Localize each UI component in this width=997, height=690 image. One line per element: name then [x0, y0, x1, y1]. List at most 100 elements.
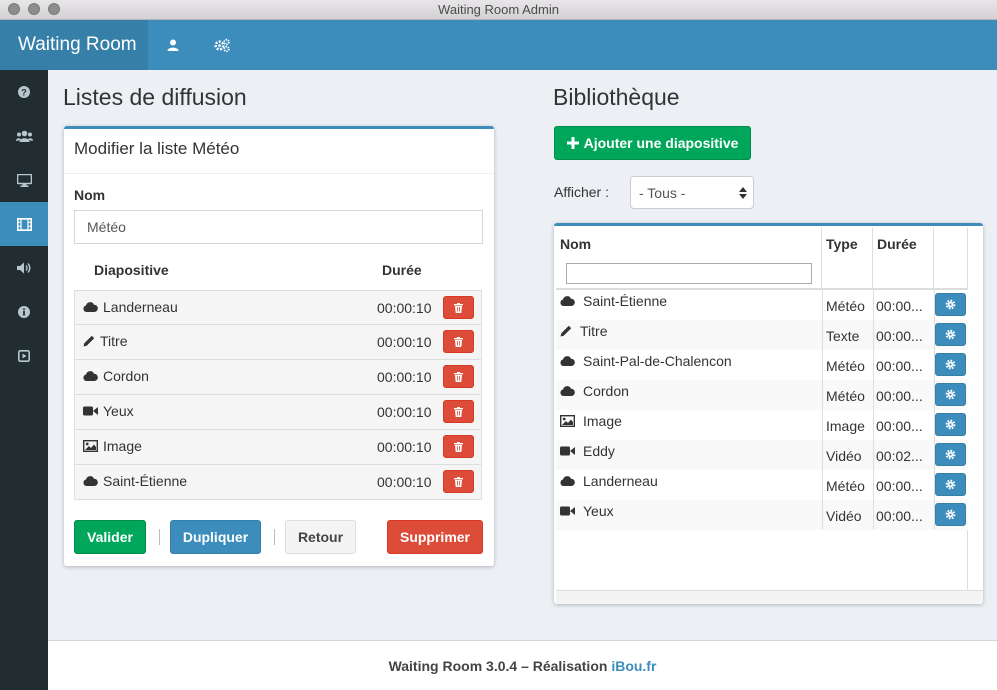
playlist-slide-row[interactable]: Landerneau 00:00:10	[74, 290, 482, 325]
remove-slide-button[interactable]	[443, 400, 474, 423]
remove-slide-button[interactable]	[443, 470, 474, 493]
delete-playlist-button[interactable]: Supprimer	[387, 520, 483, 554]
column-header-name[interactable]: Nom	[556, 228, 822, 290]
library-row[interactable]: Yeux Vidéo 00:00...	[556, 500, 968, 530]
library-row[interactable]: Titre Texte 00:00...	[556, 320, 968, 350]
sidebar-item-preview[interactable]	[0, 334, 48, 378]
film-icon	[16, 217, 32, 231]
image-icon	[83, 440, 98, 452]
slide-duration: 00:00:10	[377, 474, 432, 490]
close-window-button[interactable]	[8, 3, 20, 15]
cloud-icon	[83, 371, 98, 381]
slide-name-cell: Image	[83, 438, 142, 454]
desktop-icon	[16, 173, 32, 187]
library-table-box: Nom Type Durée Saint-Étienne Météo 00:00..…	[554, 223, 983, 604]
edit-slide-button[interactable]	[935, 323, 966, 346]
page-title-playlists: Listes de diffusion	[63, 84, 247, 110]
settings-nav-button[interactable]	[197, 20, 247, 70]
playlist-slide-row[interactable]: Saint-Étienne 00:00:10	[74, 465, 482, 500]
library-row[interactable]: Cordon Météo 00:00...	[556, 380, 968, 410]
column-header-type[interactable]: Type	[822, 228, 873, 290]
name-filter-input[interactable]	[566, 263, 812, 284]
zoom-window-button[interactable]	[48, 3, 60, 15]
playlist-slide-row[interactable]: Image 00:00:10	[74, 430, 482, 465]
minimize-window-button[interactable]	[28, 3, 40, 15]
playlist-slide-row[interactable]: Titre 00:00:10	[74, 325, 482, 360]
sidebar-item-screens[interactable]	[0, 158, 48, 202]
playlist-name-input[interactable]: Météo	[74, 210, 483, 244]
remove-slide-button[interactable]	[443, 330, 474, 353]
footer-link[interactable]: iBou.fr	[611, 658, 656, 674]
users-icon	[15, 130, 33, 142]
window-titlebar: Waiting Room Admin	[0, 0, 997, 20]
page-title-library: Bibliothèque	[553, 84, 680, 110]
sidebar-item-info[interactable]	[0, 290, 48, 334]
gear-icon	[945, 449, 956, 460]
box-title: Modifier la liste Météo	[64, 129, 494, 174]
edit-slide-button[interactable]	[935, 353, 966, 376]
edit-slide-button[interactable]	[935, 413, 966, 436]
footer: Waiting Room 3.0.4 – Réalisation iBou.fr	[48, 640, 997, 690]
gear-icon	[945, 359, 956, 370]
library-slide-name: Cordon	[583, 383, 629, 399]
sidebar-item-audio[interactable]	[0, 246, 48, 290]
library-slide-duration: 00:00...	[876, 328, 923, 344]
sidebar-item-playlists[interactable]	[0, 202, 48, 246]
library-name-cell: Eddy	[560, 443, 615, 459]
edit-slide-button[interactable]	[935, 473, 966, 496]
sidebar-item-help[interactable]: ?	[0, 70, 48, 114]
gear-icon	[945, 419, 956, 430]
slide-name: Titre	[100, 333, 128, 349]
slide-duration: 00:00:10	[377, 369, 432, 385]
library-row[interactable]: Landerneau Météo 00:00...	[556, 470, 968, 500]
library-row[interactable]: Eddy Vidéo 00:02...	[556, 440, 968, 470]
edit-slide-button[interactable]	[935, 443, 966, 466]
slide-name-cell: Titre	[83, 333, 127, 349]
edit-slide-button[interactable]	[935, 503, 966, 526]
playlist-slide-row[interactable]: Yeux 00:00:10	[74, 395, 482, 430]
library-row[interactable]: Saint-Étienne Météo 00:00...	[556, 290, 968, 320]
edit-slide-button[interactable]	[935, 293, 966, 316]
library-slide-duration: 00:00...	[876, 508, 923, 524]
slide-name: Cordon	[103, 368, 149, 384]
add-slide-button[interactable]: Ajouter une diapositive	[554, 126, 751, 160]
edit-slide-button[interactable]	[935, 383, 966, 406]
library-row[interactable]: Image Image 00:00...	[556, 410, 968, 440]
library-slide-duration: 00:00...	[876, 478, 923, 494]
video-icon	[560, 446, 575, 456]
column-header-name-label: Nom	[560, 236, 592, 252]
cloud-icon	[83, 302, 98, 312]
back-button[interactable]: Retour	[285, 520, 356, 554]
library-row[interactable]: Saint-Pal-de-Chalencon Météo 00:00...	[556, 350, 968, 380]
validate-button[interactable]: Valider	[74, 520, 146, 554]
slide-name: Landerneau	[103, 299, 178, 315]
slide-name: Image	[103, 438, 142, 454]
remove-slide-button[interactable]	[443, 365, 474, 388]
library-slide-name: Landerneau	[583, 473, 658, 489]
name-label: Nom	[74, 187, 106, 203]
library-slide-duration: 00:00...	[876, 298, 923, 314]
library-slide-type: Vidéo	[826, 508, 862, 524]
playlist-slide-row[interactable]: Cordon 00:00:10	[74, 360, 482, 395]
video-icon	[560, 506, 575, 516]
library-name-cell: Titre	[560, 323, 607, 339]
table-empty-area	[556, 530, 968, 590]
cogs-icon	[214, 38, 230, 52]
gear-icon	[945, 479, 956, 490]
sidebar-item-users[interactable]	[0, 114, 48, 158]
cloud-icon	[83, 476, 98, 486]
column-header-duration[interactable]: Durée	[873, 228, 934, 290]
cloud-icon	[560, 296, 575, 306]
gear-icon	[945, 329, 956, 340]
user-nav-button[interactable]	[148, 20, 198, 70]
column-divider	[822, 290, 823, 530]
duplicate-button[interactable]: Dupliquer	[170, 520, 261, 554]
remove-slide-button[interactable]	[443, 296, 474, 319]
slide-name-cell: Yeux	[83, 403, 134, 419]
info-icon	[18, 306, 30, 318]
question-icon: ?	[18, 86, 30, 98]
brand-logo[interactable]: Waiting Room	[0, 20, 148, 70]
type-filter-select[interactable]: - Tous -	[630, 176, 754, 209]
remove-slide-button[interactable]	[443, 435, 474, 458]
horizontal-scrollbar[interactable]	[556, 590, 983, 604]
